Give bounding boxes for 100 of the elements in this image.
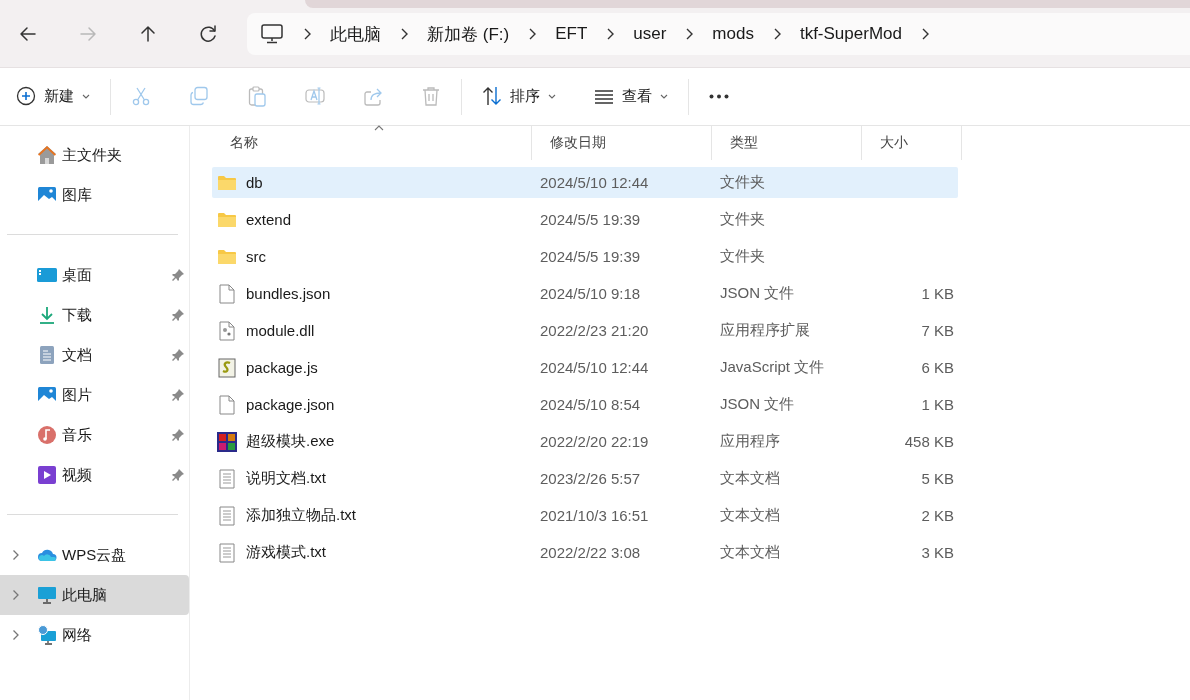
file-size: 458 KB <box>904 433 954 450</box>
file-row[interactable]: src 2024/5/5 19:39 文件夹 <box>212 241 958 272</box>
desktop-icon <box>37 265 57 285</box>
chevron-icon <box>606 28 615 40</box>
caret-icon <box>82 94 90 99</box>
file-name: extend <box>246 211 292 228</box>
expand-chevron-icon <box>12 549 20 561</box>
column-header[interactable]: 类型 <box>712 126 862 160</box>
file-type: 应用程序扩展 <box>720 321 810 338</box>
pin-icon <box>171 468 185 482</box>
new-icon <box>16 86 36 107</box>
file-type: 文本文档 <box>720 506 780 523</box>
file-name: 添加独立物品.txt <box>246 506 356 525</box>
home-icon <box>37 145 57 165</box>
file-row[interactable]: 游戏模式.txt 2022/2/22 3:08 文本文档 3 KB <box>212 537 958 568</box>
sort-button[interactable]: 排序 <box>474 76 564 117</box>
file-row[interactable]: package.js 2024/5/10 12:44 JavaScript 文件 6 KB <box>212 352 958 383</box>
sidebar-label: 图片 <box>62 386 92 405</box>
network-icon <box>37 625 57 645</box>
sidebar-item[interactable]: 文档 <box>0 335 189 375</box>
gear-document-icon <box>217 320 237 341</box>
file-name: src <box>246 248 266 265</box>
address-bar[interactable]: 此电脑 新加卷 (F:) EFT user mods tkf-SuperMod <box>247 13 1190 55</box>
pin-icon <box>171 308 185 322</box>
computer-icon <box>37 585 57 605</box>
column-header[interactable]: 名称 <box>212 126 532 160</box>
music-icon <box>37 425 57 445</box>
view-button[interactable]: 查看 <box>586 76 676 117</box>
delete-icon <box>421 86 441 107</box>
computer-icon <box>261 24 283 44</box>
sidebar-item[interactable]: 图库 <box>0 175 189 215</box>
file-type: 文件夹 <box>720 210 765 227</box>
file-row[interactable]: db 2024/5/10 12:44 文件夹 <box>212 167 958 198</box>
file-row[interactable]: 超级模块.exe 2022/2/20 22:19 应用程序 458 KB <box>212 426 958 457</box>
file-name: package.js <box>246 359 318 376</box>
sidebar-label: 视频 <box>62 466 92 485</box>
copy-icon <box>189 86 209 107</box>
sidebar-item[interactable]: 下载 <box>0 295 189 335</box>
breadcrumb-item[interactable]: mods <box>697 24 769 44</box>
breadcrumb-item[interactable]: tkf-SuperMod <box>784 24 917 44</box>
videos-icon <box>37 465 57 485</box>
column-header[interactable]: 修改日期 <box>532 126 712 160</box>
text-document-icon <box>217 468 237 489</box>
pin-icon <box>171 268 185 282</box>
modified-date: 2024/5/10 8:54 <box>540 396 641 413</box>
sidebar-label: 音乐 <box>62 426 92 445</box>
sidebar-label: 下载 <box>62 306 92 325</box>
modified-date: 2024/5/10 12:44 <box>540 174 649 191</box>
sidebar-label: 网络 <box>62 626 92 645</box>
chevron-icon <box>772 28 781 40</box>
file-type: 文本文档 <box>720 543 780 560</box>
sidebar-item[interactable]: 图片 <box>0 375 189 415</box>
document-icon <box>217 394 237 415</box>
pin-icon <box>171 428 185 442</box>
modified-date: 2024/5/5 19:39 <box>540 211 641 228</box>
breadcrumb-item[interactable]: 此电脑 <box>315 22 396 46</box>
sidebar-item[interactable]: 视频 <box>0 455 189 495</box>
file-size: 3 KB <box>921 544 954 561</box>
file-type: 文本文档 <box>720 469 780 486</box>
file-size: 7 KB <box>921 322 954 339</box>
file-size: 1 KB <box>921 396 954 413</box>
sidebar-item[interactable]: 此电脑 <box>0 575 189 615</box>
sidebar-label: 图库 <box>62 186 92 205</box>
sidebar-label: 此电脑 <box>62 586 107 605</box>
sidebar-label: WPS云盘 <box>62 546 127 565</box>
file-size: 1 KB <box>921 285 954 302</box>
modified-date: 2024/5/10 12:44 <box>540 359 649 376</box>
sidebar-item[interactable]: WPS云盘 <box>0 535 189 575</box>
cut-icon <box>131 86 151 107</box>
breadcrumb-item[interactable]: EFT <box>540 24 603 44</box>
modified-date: 2024/5/5 19:39 <box>540 248 641 265</box>
column-header[interactable]: 大小 <box>862 126 962 160</box>
file-row[interactable]: module.dll 2022/2/23 21:20 应用程序扩展 7 KB <box>212 315 958 346</box>
sidebar-label: 主文件夹 <box>62 146 122 165</box>
file-name: db <box>246 174 263 191</box>
paste-icon <box>247 86 267 107</box>
modified-date: 2024/5/10 9:18 <box>540 285 641 302</box>
file-row[interactable]: extend 2024/5/5 19:39 文件夹 <box>212 204 958 235</box>
sidebar-item[interactable]: 桌面 <box>0 255 189 295</box>
file-name: module.dll <box>246 322 315 339</box>
file-row[interactable]: bundles.json 2024/5/10 9:18 JSON 文件 1 KB <box>212 278 958 309</box>
file-type: 应用程序 <box>720 432 780 449</box>
gallery-icon <box>37 185 57 205</box>
chevron-icon <box>303 28 311 40</box>
share-icon <box>363 86 383 107</box>
sidebar-item[interactable]: 音乐 <box>0 415 189 455</box>
file-row[interactable]: 说明文档.txt 2023/2/26 5:57 文本文档 5 KB <box>212 463 958 494</box>
breadcrumb-item[interactable]: 新加卷 (F:) <box>412 22 525 46</box>
file-row[interactable]: package.json 2024/5/10 8:54 JSON 文件 1 KB <box>212 389 958 420</box>
file-name: 游戏模式.txt <box>246 543 326 562</box>
file-row[interactable]: 添加独立物品.txt 2021/10/3 16:51 文本文档 2 KB <box>212 500 958 531</box>
pin-icon <box>171 348 185 362</box>
new-button[interactable]: 新建 <box>8 76 98 117</box>
breadcrumb-item[interactable]: user <box>618 24 682 44</box>
file-type: JSON 文件 <box>720 395 795 412</box>
sort-caret-icon <box>373 125 384 131</box>
sidebar-item[interactable]: 主文件夹 <box>0 135 189 175</box>
text-document-icon <box>217 505 237 526</box>
sidebar-item[interactable]: 网络 <box>0 615 189 655</box>
file-name: 超级模块.exe <box>246 432 335 451</box>
